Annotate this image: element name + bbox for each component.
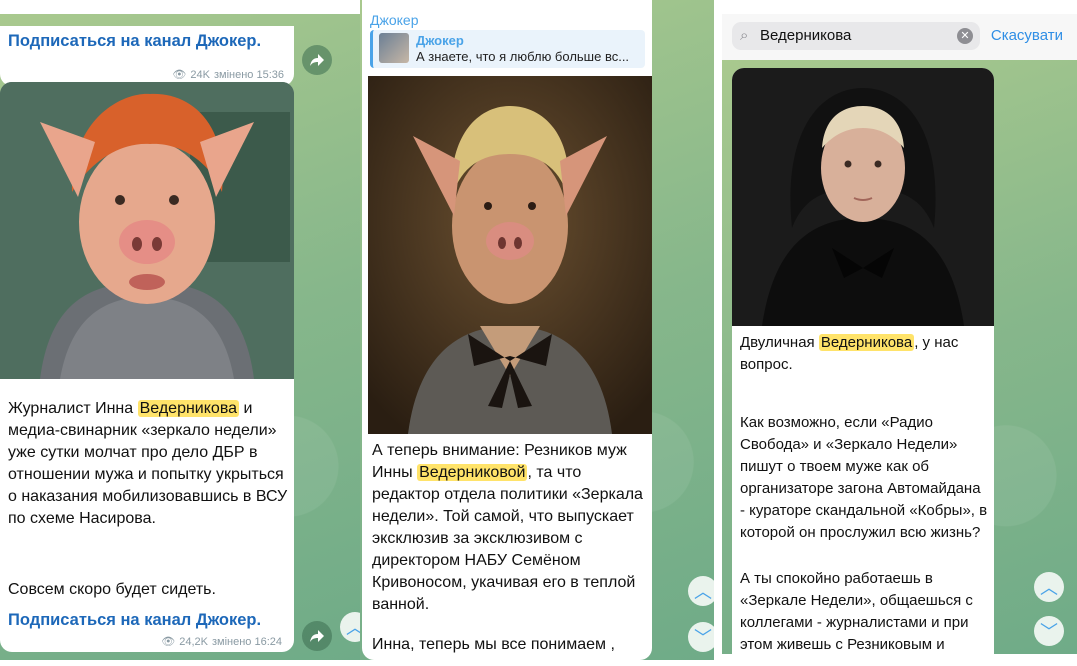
post-text: Журналист Инна Ведерникова и медиа-свина… [8, 400, 288, 527]
share-icon [310, 54, 324, 66]
message-bubble-main: Журналист Инна Ведерникова и медиа-свина… [0, 82, 294, 652]
post-photo [0, 82, 294, 379]
scroll-down-button[interactable]: ﹀ [688, 622, 714, 652]
chat-panel-middle: Джокер Джокер А знаете, что я люблю боль… [360, 0, 714, 660]
views-count: 24K [190, 68, 210, 81]
eye-icon: 👁 [161, 636, 176, 648]
subscribe-link-bottom[interactable]: Подписаться на канал Джокер. [8, 611, 261, 630]
post-text-question: Как возможно, если «Радио Свобода» и «Зе… [740, 414, 988, 541]
search-value: Ведерникова [760, 27, 852, 44]
edited-time: змінено 15:36 [213, 68, 284, 81]
search-highlight: Ведерниковой [417, 464, 528, 481]
views-count: 24,2K [179, 635, 208, 648]
scroll-up-button[interactable]: ︿ [688, 576, 714, 606]
edited-time: змінено 16:24 [211, 635, 282, 648]
post-photo [368, 76, 652, 434]
chevron-down-icon: ﹀ [1040, 622, 1058, 642]
chevron-up-icon: ︿ [1040, 578, 1058, 598]
post-text-continued: Инна, теперь мы все понимаем , [372, 636, 615, 653]
post-text: А теперь внимание: Резников муж Инны Вед… [372, 442, 643, 613]
share-button[interactable] [302, 621, 332, 651]
chat-area: Двуличная Ведерникова, у нас вопрос. Как… [722, 60, 1077, 654]
subscribe-link-top[interactable]: Подписаться на канал Джокер. [8, 32, 261, 51]
search-highlight: Ведерникова [818, 334, 915, 351]
search-highlight: Ведерникова [137, 400, 240, 417]
post-photo [732, 68, 994, 326]
post-text-continued: А ты спокойно работаешь в «Зеркале Недел… [740, 570, 973, 653]
search-input[interactable]: ⌕ Ведерникова ✕ [732, 22, 980, 50]
share-button[interactable] [302, 45, 332, 75]
chat-panel-left: Подписаться на канал Джокер. 👁 24K зміне… [0, 14, 360, 660]
share-icon [310, 630, 324, 642]
scroll-up-button[interactable]: ︿ [1034, 572, 1064, 602]
search-bar: ⌕ Ведерникова ✕ Скасувати [722, 14, 1077, 60]
clear-icon[interactable]: ✕ [957, 28, 973, 44]
reply-thumbnail [379, 33, 409, 63]
reply-preview[interactable]: Джокер А знаете, что я люблю больше вс..… [370, 30, 645, 68]
chevron-up-icon: ︿ [346, 614, 360, 640]
scroll-down-button[interactable]: ﹀ [1034, 616, 1064, 646]
message-bubble-top: Подписаться на канал Джокер. 👁 24K зміне… [0, 26, 294, 86]
message-meta-top: 👁 24K змінено 15:36 [172, 68, 284, 82]
message-bubble-main: Двуличная Ведерникова, у нас вопрос. Как… [732, 68, 994, 654]
chevron-up-icon: ︿ [694, 582, 712, 602]
post-text: Двуличная Ведерникова, у нас вопрос. [740, 334, 959, 373]
post-text-footer: Совсем скоро будет сидеть. [8, 581, 216, 598]
channel-name[interactable]: Джокер [370, 12, 419, 28]
chevron-down-icon: ﹀ [694, 628, 712, 648]
message-bubble-main: Джокер Джокер А знаете, что я люблю боль… [362, 0, 652, 660]
search-icon: ⌕ [740, 27, 749, 44]
chat-panel-right: ⌕ Ведерникова ✕ Скасувати Двуличная Веде… [722, 14, 1077, 654]
reply-author: Джокер [416, 33, 464, 48]
message-meta-bottom: 👁 24,2K змінено 16:24 [161, 635, 282, 649]
eye-icon: 👁 [172, 69, 187, 81]
cancel-button[interactable]: Скасувати [991, 27, 1063, 44]
reply-text: А знаете, что я люблю больше вс... [416, 49, 630, 64]
